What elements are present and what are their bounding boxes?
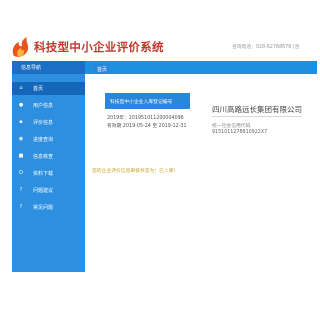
sidebar-item-download[interactable]: O 资料下载 bbox=[12, 167, 85, 180]
certificate-number: 2019年：20195101120000409​6 bbox=[107, 116, 184, 121]
sidebar-item-label: 用户信息 bbox=[33, 103, 54, 109]
app-title: 科技型中小企业评价系统 bbox=[34, 40, 164, 54]
tab-home[interactable]: 首页 bbox=[93, 64, 110, 74]
sidebar-item-progress[interactable]: ◉ 进度查询 bbox=[12, 133, 85, 146]
check-icon: ■ bbox=[18, 153, 24, 159]
sidebar-item-verify[interactable]: ■ 信息核查 bbox=[12, 150, 85, 163]
download-icon: O bbox=[19, 170, 23, 176]
sidebar-item-label: 首页 bbox=[33, 86, 44, 92]
sidebar-item-label: 信息核查 bbox=[33, 154, 54, 160]
certificate-badge: 科技型中小企业入库登记编号 bbox=[105, 93, 190, 109]
sidebar-item-label: 问题建议 bbox=[33, 188, 54, 194]
sidebar-item-label: 进度查询 bbox=[33, 137, 54, 143]
status-message: 您的企业评价信息审核状态为：已入库！ bbox=[92, 169, 179, 174]
sidebar-item-suggestions[interactable]: ? 问题建议 bbox=[12, 184, 85, 197]
sidebar-item-label: 资料下载 bbox=[33, 171, 54, 177]
sidebar-item-user-info[interactable]: ● 用户信息 bbox=[12, 99, 85, 112]
header: 科技型中小企业评价系统 咨询电话：028-62788678 (咨 bbox=[0, 0, 317, 60]
sidebar-title-label: 信息导航 bbox=[21, 65, 42, 71]
sidebar-item-evaluation[interactable]: ▪ 评价信息 bbox=[12, 116, 85, 129]
search-icon: ◉ bbox=[18, 136, 24, 142]
sidebar-item-faq[interactable]: ? 常见问题 bbox=[12, 201, 85, 214]
question-icon: ? bbox=[19, 204, 23, 210]
certificate-badge-label: 科技型中小企业入库登记编号 bbox=[110, 100, 173, 105]
question-icon: ? bbox=[19, 187, 23, 193]
logo-icon bbox=[12, 37, 29, 57]
sidebar: ⌂ 首页 ● 用户信息 ▪ 评价信息 ◉ 进度查询 ■ 信息核查 O 资料下载 … bbox=[12, 74, 85, 272]
credit-code-label: 统一社会信用代码 bbox=[212, 124, 251, 129]
home-icon: ⌂ bbox=[19, 85, 23, 91]
sidebar-item-label: 常见问题 bbox=[33, 205, 54, 211]
sidebar-item-home[interactable]: ⌂ 首页 bbox=[12, 82, 85, 95]
certificate-validity: 有效期 2019-05-24 至 2019-12-31 bbox=[107, 124, 187, 129]
tab-label: 首页 bbox=[97, 67, 108, 73]
sidebar-item-label: 评价信息 bbox=[33, 120, 54, 126]
hotline-text: 咨询电话：028-62788678 (咨 bbox=[232, 45, 300, 50]
credit-code-value: 91510112788109​22X7 bbox=[212, 130, 268, 135]
sidebar-title: 信息导航 bbox=[12, 61, 85, 74]
divider bbox=[212, 116, 302, 117]
company-name: 四川高路远长集团有限公司 bbox=[212, 105, 302, 114]
user-icon: ● bbox=[18, 102, 24, 108]
document-icon: ▪ bbox=[19, 119, 23, 125]
